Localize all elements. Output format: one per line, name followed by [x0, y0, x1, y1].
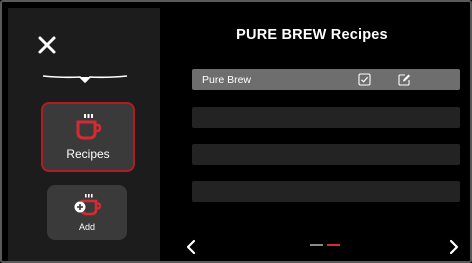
chevron-right-icon[interactable]	[448, 239, 460, 255]
nav-add-label: Add	[78, 222, 95, 232]
page-indicator-1	[310, 244, 323, 246]
ornament-divider-icon	[42, 75, 128, 83]
recipe-row-empty[interactable]	[192, 144, 460, 165]
coffee-cup-icon	[76, 114, 102, 140]
recipes-panel: PURE BREW Recipes Pure Brew	[160, 8, 464, 261]
nav-recipes-button[interactable]: Recipes	[41, 102, 135, 172]
close-button[interactable]	[32, 30, 62, 60]
nav-add-button[interactable]: Add	[47, 185, 127, 240]
device-screen: Recipes Add PURE BREW Recipes Pure Brew	[0, 0, 472, 263]
chevron-left-icon[interactable]	[185, 239, 197, 255]
page-title: PURE BREW Recipes	[236, 27, 388, 43]
close-icon	[38, 36, 56, 54]
recipe-row-empty[interactable]	[192, 107, 460, 128]
nav-recipes-label: Recipes	[66, 147, 110, 161]
checkbox-checked-icon[interactable]	[358, 73, 371, 86]
screen-content: Recipes Add PURE BREW Recipes Pure Brew	[8, 8, 464, 261]
recipe-row-selected[interactable]: Pure Brew	[192, 69, 460, 90]
page-indicator-2-active	[327, 244, 340, 246]
recipe-row-empty[interactable]	[192, 181, 460, 202]
sidebar: Recipes Add	[8, 8, 160, 261]
recipe-name: Pure Brew	[202, 73, 252, 86]
add-coffee-cup-icon	[74, 194, 102, 216]
edit-icon[interactable]	[398, 73, 411, 86]
